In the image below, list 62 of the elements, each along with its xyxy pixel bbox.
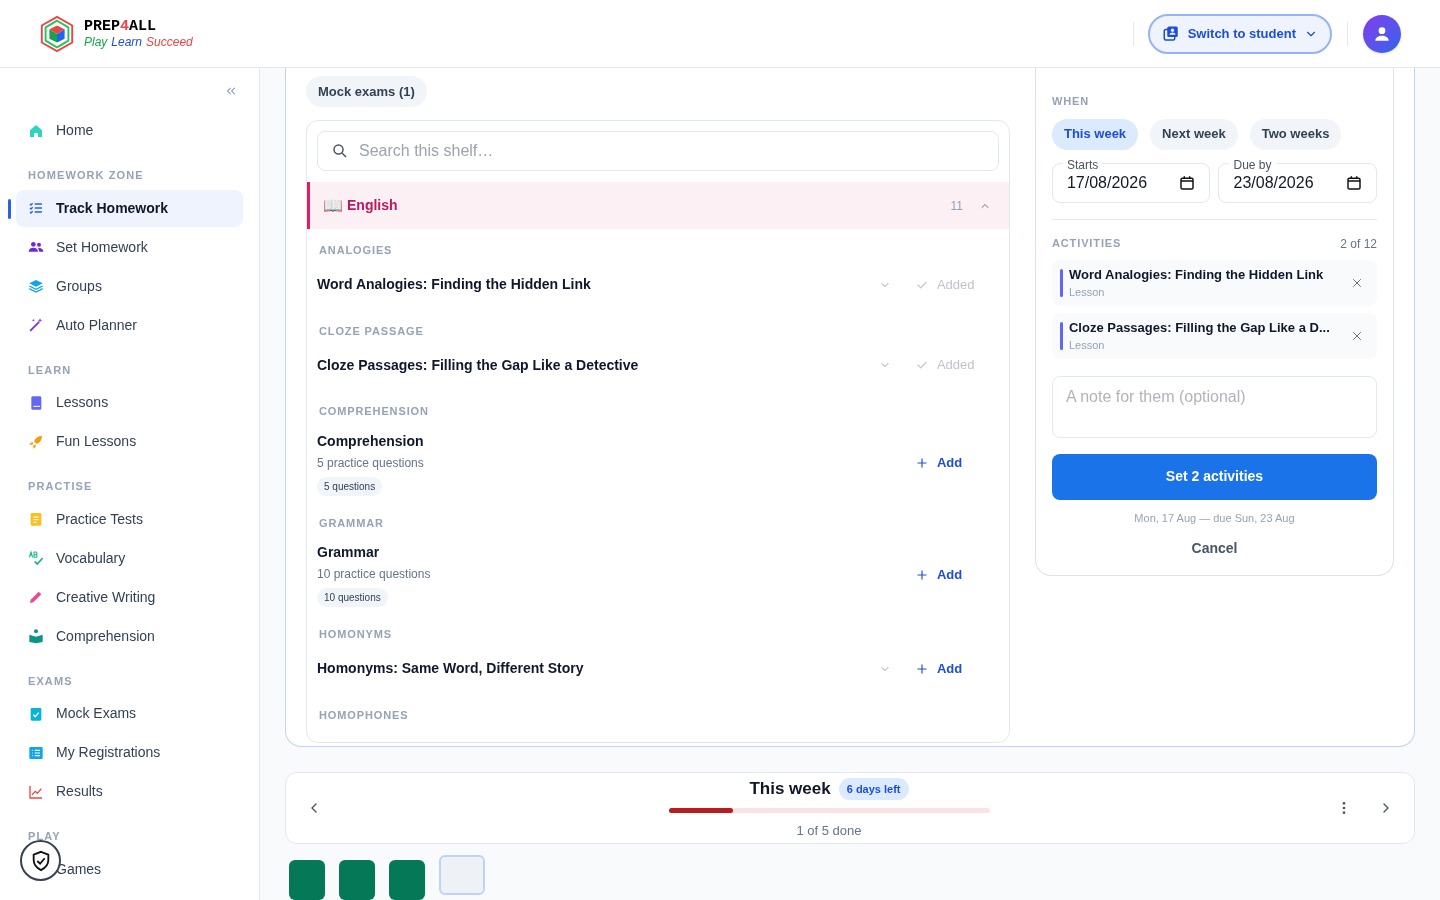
switch-student-button[interactable]: Switch to student: [1147, 13, 1332, 54]
add-button[interactable]: Add: [914, 658, 981, 679]
question-count-badge: 10 questions: [317, 588, 388, 607]
logo-name: PREP4ALL: [84, 19, 158, 34]
progress-text: 1 of 5 done: [796, 821, 862, 840]
activity-title: Grammar: [317, 543, 380, 562]
logo-tagline: Play Learn Succeed: [84, 36, 193, 48]
sidebar-item[interactable]: Vocabulary: [16, 539, 243, 577]
period-chip[interactable]: Two weeks: [1249, 118, 1342, 150]
group-heading: GRAMMAR: [318, 515, 385, 531]
subject-title: English: [347, 196, 398, 215]
search-field[interactable]: Search this shelf…: [317, 131, 999, 171]
activity-count: 2 of 12: [1340, 235, 1377, 253]
shelf-tab[interactable]: Mock exams (1): [306, 76, 427, 107]
activity-type: Lesson: [1068, 338, 1106, 353]
group-heading: CLOZE PASSAGE: [318, 323, 425, 339]
sidebar-item[interactable]: Auto Planner: [16, 306, 243, 344]
activity-subtitle: 10 practice questions: [317, 566, 431, 583]
question-count-badge: 5 questions: [317, 476, 383, 496]
add-button[interactable]: Add: [914, 453, 981, 473]
field-label: WHEN: [1051, 94, 1091, 109]
activity-title: Word Analogies: Finding the Hidden Link: [317, 275, 591, 294]
sidebar-item[interactable]: Lessons: [16, 384, 243, 421]
sidebar-item[interactable]: Practice Tests: [16, 500, 243, 538]
note-field[interactable]: A note for them (optional): [1051, 375, 1377, 438]
group-heading: ANALOGIES: [318, 243, 394, 258]
days-left-badge: 6 days left: [838, 777, 909, 801]
sidebar-item[interactable]: Results: [16, 773, 243, 810]
set-activities-button[interactable]: Set 2 activities: [1051, 453, 1377, 500]
sidebar-item[interactable]: Fun Lessons: [16, 423, 243, 460]
sidebar-item[interactable]: Mock Exams: [16, 695, 243, 732]
item-count: 11: [950, 197, 963, 215]
section-heading: PLAY: [27, 829, 62, 844]
sidebar-item[interactable]: Home: [16, 112, 243, 149]
activity-title: Homonyms: Same Word, Different Story: [317, 659, 584, 678]
period-chip[interactable]: Next week: [1150, 118, 1238, 150]
sidebar-item[interactable]: Creative Writing: [16, 578, 243, 616]
activity-title: Cloze Passages: Filling the Gap Like a D...: [1068, 318, 1331, 337]
group-heading: COMPREHENSION: [318, 404, 430, 419]
sidebar-item[interactable]: My Registrations: [16, 734, 243, 771]
section-heading: LEARN: [27, 362, 73, 378]
section-heading: HOMEWORK ZONE: [27, 168, 145, 183]
sidebar-item[interactable]: Comprehension: [16, 617, 243, 655]
sidebar-item[interactable]: Set Homework: [16, 228, 243, 266]
group-heading: HOMONYMS: [318, 627, 394, 642]
date-summary: Mon, 17 Aug — due Sun, 23 Aug: [1133, 510, 1296, 526]
activity-subtitle: 5 practice questions: [317, 454, 424, 472]
section-heading: PRACTISE: [27, 479, 94, 494]
add-button[interactable]: Add: [914, 564, 981, 585]
period-chip[interactable]: This week: [1051, 118, 1139, 150]
activity-title: Comprehension: [317, 431, 424, 451]
sidebar-item[interactable]: Groups: [16, 267, 243, 305]
activity-title: Cloze Passages: Filling the Gap Like a Detective: [317, 355, 639, 375]
cancel-button[interactable]: Cancel: [1191, 538, 1238, 559]
book-emoji: 📖: [323, 195, 343, 216]
section-heading: EXAMS: [27, 673, 74, 689]
group-heading: HOMOPHONES: [318, 707, 410, 723]
field-label: ACTIVITIES: [1051, 236, 1122, 252]
week-title: This week: [749, 778, 831, 801]
activity-title: Word Analogies: Finding the Hidden Link: [1068, 265, 1325, 284]
activity-type: Lesson: [1068, 285, 1106, 300]
subject-header[interactable]: 📖 English 11: [307, 182, 1009, 229]
